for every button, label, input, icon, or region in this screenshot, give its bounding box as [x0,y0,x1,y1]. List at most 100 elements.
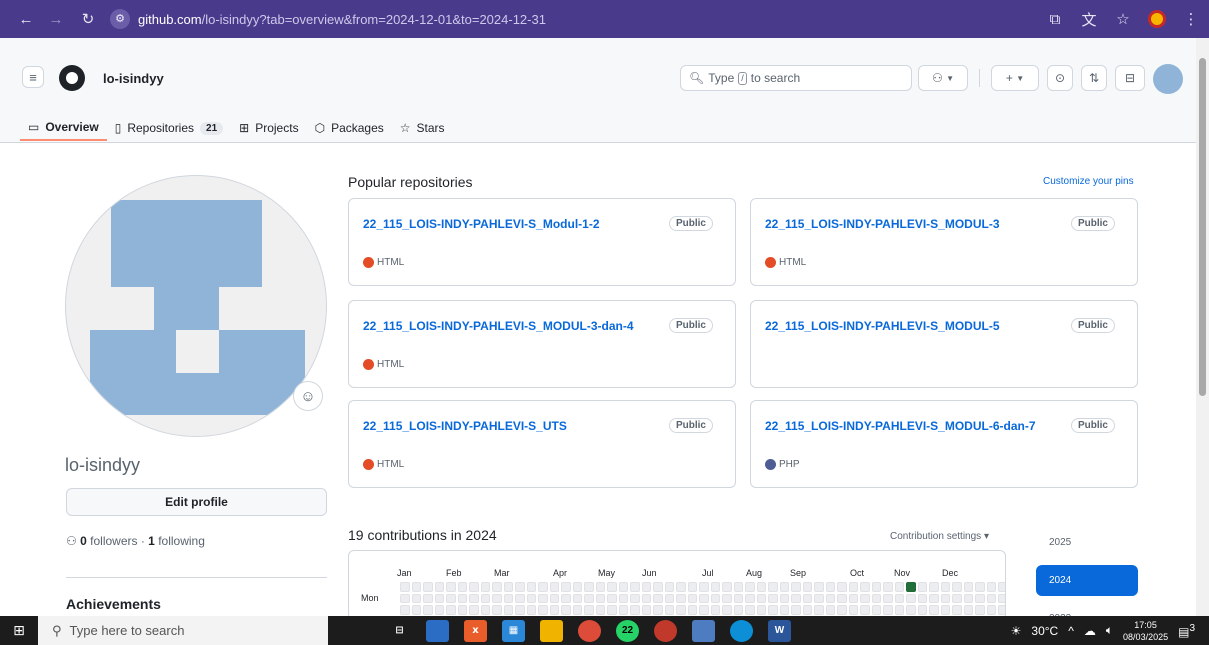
contribution-day[interactable] [756,582,766,592]
reload-icon[interactable]: ↻ [76,7,100,31]
contribution-day[interactable] [998,593,1005,603]
contribution-day[interactable] [848,605,858,615]
contribution-day[interactable] [561,605,571,615]
bookmark-star-icon[interactable]: ☆ [1111,7,1135,31]
contribution-day[interactable] [434,605,444,615]
search-input[interactable]: 🔍︎ Type / to search [680,65,912,91]
contribution-day[interactable] [998,582,1005,592]
contribution-day[interactable] [722,582,732,592]
tab-overview[interactable]: ▭ Overview [20,115,107,141]
contribution-day[interactable] [814,582,824,592]
contribution-day[interactable] [975,582,985,592]
install-icon[interactable]: ⧉ [1043,7,1067,31]
forward-icon[interactable]: → [44,7,68,31]
contribution-day[interactable] [825,582,835,592]
contribution-day[interactable] [446,593,456,603]
contribution-day[interactable] [837,582,847,592]
tab-stars[interactable]: ☆ Stars [392,115,453,141]
contribution-day[interactable] [975,593,985,603]
contribution-day[interactable] [630,593,640,603]
year-link[interactable]: 2024 [1036,565,1138,596]
contribution-day[interactable] [618,593,628,603]
copilot-button[interactable]: ⚇ ▼ [918,65,968,91]
contribution-day[interactable] [492,582,502,592]
contribution-day[interactable] [676,593,686,603]
contribution-day[interactable] [917,593,927,603]
file-explorer-icon[interactable] [540,619,563,642]
contribution-day[interactable] [526,582,536,592]
contribution-day[interactable] [561,582,571,592]
tray-chevron-icon[interactable]: ^ [1068,624,1074,638]
contribution-day[interactable] [871,582,881,592]
contribution-day[interactable] [400,605,410,615]
contribution-day[interactable] [664,605,674,615]
contribution-day[interactable] [549,593,559,603]
contribution-day[interactable] [963,582,973,592]
contribution-day[interactable] [906,605,916,615]
contribution-day[interactable] [411,593,421,603]
user-avatar[interactable] [1153,64,1183,94]
issues-button[interactable]: ⊙ [1047,65,1073,91]
contribution-day[interactable] [699,605,709,615]
contribution-day[interactable] [653,593,663,603]
contribution-day[interactable] [710,582,720,592]
contribution-day[interactable] [595,593,605,603]
contribution-day[interactable] [768,605,778,615]
contribution-day[interactable] [687,605,697,615]
contribution-day[interactable] [561,593,571,603]
clock[interactable]: 17:05 08/03/2025 [1123,619,1168,643]
contribution-settings-dropdown[interactable]: Contribution settings ▾ [890,531,989,542]
weather-temp[interactable]: 30°C [1031,624,1058,638]
repo-link[interactable]: 22_115_LOIS-INDY-PAHLEVI-S_MODUL-3 [765,217,1000,231]
contribution-day[interactable] [572,593,582,603]
contribution-day[interactable] [952,605,962,615]
contribution-day[interactable] [676,605,686,615]
store-icon[interactable]: ▦ [502,619,525,642]
contribution-day[interactable] [929,582,939,592]
contribution-day[interactable] [641,605,651,615]
contribution-day[interactable] [722,605,732,615]
contribution-day[interactable] [756,605,766,615]
contribution-day[interactable] [722,593,732,603]
contribution-day[interactable] [802,593,812,603]
contribution-day[interactable] [434,593,444,603]
back-icon[interactable]: ← [14,7,38,31]
contribution-day[interactable] [860,605,870,615]
contribution-day[interactable] [975,605,985,615]
contribution-day[interactable] [503,582,513,592]
contribution-day[interactable] [848,593,858,603]
contribution-day[interactable] [653,582,663,592]
contribution-day[interactable] [687,582,697,592]
contribution-day[interactable] [883,605,893,615]
contribution-day[interactable] [446,605,456,615]
contribution-day[interactable] [814,605,824,615]
contribution-day[interactable] [756,593,766,603]
contribution-day[interactable] [538,605,548,615]
contribution-day[interactable] [837,593,847,603]
contribution-day[interactable] [411,605,421,615]
contribution-day[interactable] [515,582,525,592]
contribution-day[interactable] [584,582,594,592]
profile-avatar-icon[interactable] [1145,7,1169,31]
contribution-day[interactable] [871,605,881,615]
contribution-day[interactable] [699,593,709,603]
contribution-day[interactable] [733,605,743,615]
contribution-day[interactable] [492,605,502,615]
contribution-day[interactable] [469,593,479,603]
contribution-day[interactable] [768,582,778,592]
contribution-day[interactable] [860,582,870,592]
contribution-day[interactable] [526,593,536,603]
contribution-day[interactable] [595,582,605,592]
app-icon[interactable] [692,619,715,642]
windows-start-icon[interactable]: ⊞ [0,622,38,639]
contribution-day[interactable] [641,582,651,592]
contribution-day[interactable] [917,582,927,592]
contribution-day[interactable] [986,593,996,603]
weather-icon[interactable]: ☀ [1011,624,1022,638]
contribution-day[interactable] [998,605,1005,615]
contribution-day[interactable] [952,582,962,592]
set-status-emoji-icon[interactable]: ☺ [293,381,323,411]
chrome-icon[interactable] [578,619,601,642]
contribution-day[interactable] [894,582,904,592]
contribution-day[interactable] [779,593,789,603]
